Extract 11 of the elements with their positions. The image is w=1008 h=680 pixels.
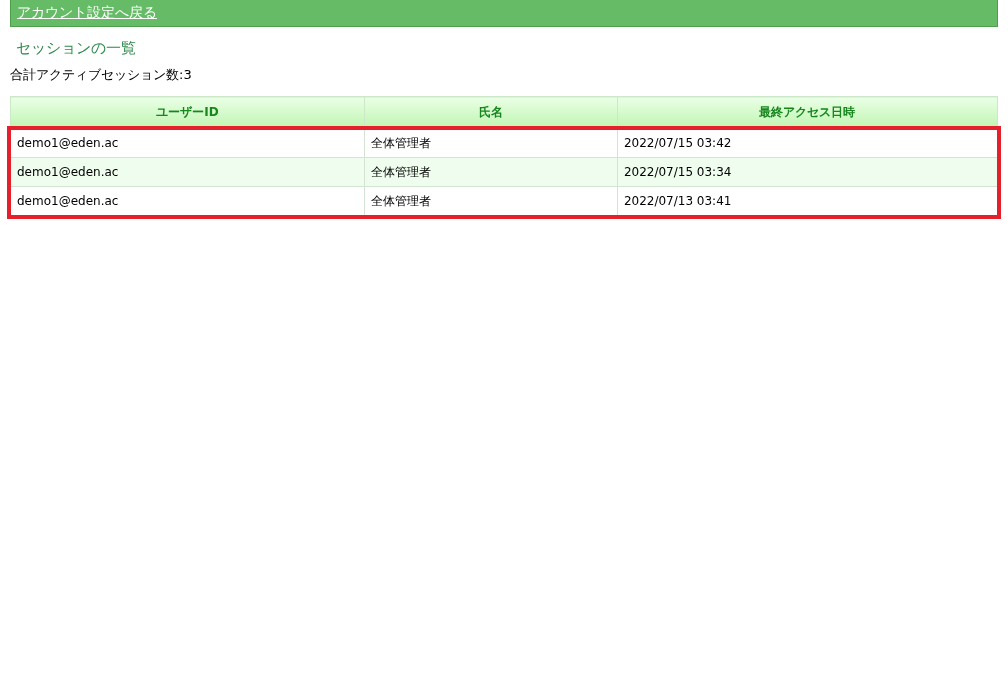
table-cell: 全体管理者 xyxy=(364,157,618,187)
column-header: ユーザーID xyxy=(10,96,365,129)
table-cell: 2022/07/15 03:34 xyxy=(617,157,998,187)
back-link[interactable]: アカウント設定へ戻る xyxy=(17,4,157,22)
table-cell: demo1@eden.ac xyxy=(10,157,365,187)
table-cell: 全体管理者 xyxy=(364,128,618,158)
page-title: セッションの一覧 xyxy=(16,39,136,59)
table-cell: demo1@eden.ac xyxy=(10,128,365,158)
column-header: 最終アクセス日時 xyxy=(617,96,998,129)
column-header: 氏名 xyxy=(364,96,618,129)
session-count: 合計アクティブセッション数:3 xyxy=(10,66,193,84)
